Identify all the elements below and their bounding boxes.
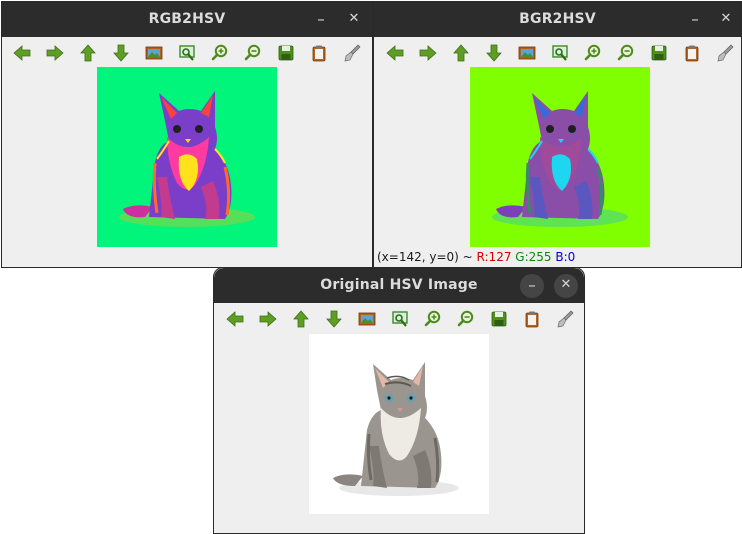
arrow-down-icon <box>111 43 131 63</box>
zoom-fit-button[interactable] <box>547 41 573 65</box>
arrow-left-icon <box>225 309 245 329</box>
window-rgb2hsv: RGB2HSV – ✕ <box>1 1 373 268</box>
brush-icon <box>342 43 362 63</box>
toolbar <box>2 37 372 69</box>
toolbar <box>374 37 741 69</box>
pan-left-button[interactable] <box>9 41 35 65</box>
arrow-up-icon <box>451 43 471 63</box>
save-button[interactable] <box>273 41 299 65</box>
title-bar[interactable]: BGR2HSV – ✕ <box>374 2 741 37</box>
clipboard-icon <box>522 309 542 329</box>
pan-left-button[interactable] <box>382 41 408 65</box>
minimize-button[interactable]: – <box>683 8 707 32</box>
save-icon <box>489 309 509 329</box>
pixel-r-value: R:127 <box>476 250 512 264</box>
zoom-reset-button[interactable] <box>514 41 540 65</box>
pan-up-button[interactable] <box>75 41 101 65</box>
close-button[interactable]: ✕ <box>342 8 366 32</box>
pan-up-button[interactable] <box>448 41 474 65</box>
pan-down-button[interactable] <box>321 307 347 331</box>
arrow-down-icon <box>484 43 504 63</box>
zoom-in-button[interactable] <box>207 41 233 65</box>
pixel-status-bar: (x=142, y=0) ~ R:127 G:255 B:0 <box>377 250 575 264</box>
pan-up-button[interactable] <box>288 307 314 331</box>
title-bar[interactable]: RGB2HSV – ✕ <box>2 2 372 37</box>
zoom-reset-button[interactable] <box>141 41 167 65</box>
zoom-rect-icon <box>550 43 570 63</box>
close-button[interactable]: ✕ <box>554 274 578 298</box>
cursor-coordinates: (x=142, y=0) ~ <box>377 250 473 264</box>
zoom-out-icon <box>456 309 476 329</box>
pixel-g-value: G:255 <box>515 250 552 264</box>
window-original-hsv-image: Original HSV Image – ✕ <box>213 267 585 534</box>
zoom-reset-button[interactable] <box>354 307 380 331</box>
zoom-in-icon <box>210 43 230 63</box>
zoom-out-button[interactable] <box>453 307 479 331</box>
zoom-rect-icon <box>390 309 410 329</box>
arrow-left-icon <box>385 43 405 63</box>
save-button[interactable] <box>486 307 512 331</box>
zoom-out-button[interactable] <box>240 41 266 65</box>
kitten-hsv-image <box>470 67 650 247</box>
image-canvas[interactable] <box>97 67 277 247</box>
zoom-fit-button[interactable] <box>174 41 200 65</box>
arrow-down-icon <box>324 309 344 329</box>
image-canvas[interactable] <box>470 67 650 247</box>
arrow-right-icon <box>418 43 438 63</box>
pan-right-button[interactable] <box>42 41 68 65</box>
image-canvas[interactable] <box>309 334 489 514</box>
properties-button[interactable] <box>552 307 578 331</box>
minimize-button[interactable]: – <box>309 8 333 32</box>
kitten-hsv-image <box>97 67 277 247</box>
arrow-up-icon <box>78 43 98 63</box>
zoom-rect-icon <box>177 43 197 63</box>
zoom-in-icon <box>583 43 603 63</box>
pan-right-button[interactable] <box>255 307 281 331</box>
zoom-out-icon <box>616 43 636 63</box>
copy-clipboard-button[interactable] <box>519 307 545 331</box>
brush-icon <box>555 309 575 329</box>
arrow-right-icon <box>45 43 65 63</box>
zoom-in-icon <box>423 309 443 329</box>
image-icon <box>357 309 377 329</box>
clipboard-icon <box>309 43 329 63</box>
save-icon <box>276 43 296 63</box>
title-bar[interactable]: Original HSV Image – ✕ <box>214 268 584 303</box>
kitten-photo-image <box>309 334 489 514</box>
pixel-b-value: B:0 <box>555 250 576 264</box>
close-button[interactable]: ✕ <box>714 8 738 32</box>
save-icon <box>649 43 669 63</box>
minimize-button[interactable]: – <box>520 274 544 298</box>
brush-icon <box>715 43 735 63</box>
image-icon <box>517 43 537 63</box>
pan-down-button[interactable] <box>108 41 134 65</box>
pan-down-button[interactable] <box>481 41 507 65</box>
properties-button[interactable] <box>339 41 365 65</box>
zoom-out-icon <box>243 43 263 63</box>
copy-clipboard-button[interactable] <box>679 41 705 65</box>
zoom-in-button[interactable] <box>580 41 606 65</box>
arrow-right-icon <box>258 309 278 329</box>
zoom-fit-button[interactable] <box>387 307 413 331</box>
clipboard-icon <box>682 43 702 63</box>
arrow-up-icon <box>291 309 311 329</box>
properties-button[interactable] <box>712 41 738 65</box>
zoom-in-button[interactable] <box>420 307 446 331</box>
save-button[interactable] <box>646 41 672 65</box>
pan-right-button[interactable] <box>415 41 441 65</box>
pan-left-button[interactable] <box>222 307 248 331</box>
image-icon <box>144 43 164 63</box>
arrow-left-icon <box>12 43 32 63</box>
window-bgr2hsv: BGR2HSV – ✕ (x=142, y=0) ~ R:127 G:255 B… <box>373 1 742 268</box>
toolbar <box>214 303 584 335</box>
zoom-out-button[interactable] <box>613 41 639 65</box>
copy-clipboard-button[interactable] <box>306 41 332 65</box>
